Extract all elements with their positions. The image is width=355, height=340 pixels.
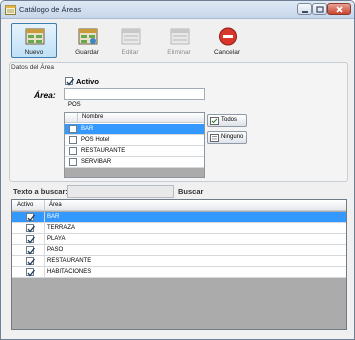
pos-grid[interactable]: Nombre BAR POS Hotel RESTAURANTE SERVIBA… bbox=[64, 112, 205, 178]
row-activo-checkbox[interactable] bbox=[26, 213, 36, 222]
checkmark-icon bbox=[27, 236, 36, 244]
row-area-name: HABITACIONES bbox=[47, 269, 92, 275]
group-title: Datos del Área bbox=[11, 64, 54, 71]
select-none-label: Ninguno bbox=[221, 134, 244, 140]
minimize-icon bbox=[302, 11, 308, 13]
row-area-name: TERRAZA bbox=[47, 225, 76, 231]
cancel-button[interactable]: Cancelar bbox=[204, 23, 250, 58]
title-bar[interactable]: Catálogo de Áreas bbox=[1, 1, 354, 19]
cancel-icon bbox=[219, 27, 237, 46]
edit-icon bbox=[121, 28, 141, 45]
pos-row-name: RESTAURANTE bbox=[81, 148, 126, 154]
table-row[interactable]: BAR bbox=[12, 212, 346, 223]
row-area-name: BAR bbox=[47, 214, 60, 220]
table-row[interactable]: PLAYA bbox=[12, 234, 346, 245]
save-icon bbox=[78, 28, 98, 45]
column-header-activo[interactable]: Activo bbox=[17, 202, 33, 208]
select-all-label: Todos bbox=[221, 117, 238, 123]
table-row[interactable]: RESTAURANTE bbox=[12, 256, 346, 267]
checkmark-icon bbox=[27, 247, 36, 255]
pos-grid-empty-area bbox=[65, 168, 204, 177]
save-button-label: Guardar bbox=[75, 49, 99, 56]
row-area-name: PASO bbox=[47, 247, 64, 253]
catalog-window: Catálogo de Áreas Nuevo Guardar Editar E… bbox=[0, 0, 355, 340]
new-record-icon bbox=[25, 28, 45, 45]
uncheck-all-icon bbox=[210, 134, 219, 142]
maximize-button[interactable] bbox=[312, 3, 327, 15]
cancel-button-label: Cancelar bbox=[213, 49, 240, 56]
edit-button-label: Editar bbox=[121, 49, 139, 56]
delete-button[interactable]: Eliminar bbox=[156, 23, 202, 58]
pos-row-name: POS Hotel bbox=[81, 137, 110, 143]
pos-grid-header: Nombre bbox=[65, 113, 204, 123]
areas-grid-header: Activo Área bbox=[12, 200, 346, 211]
edit-button[interactable]: Editar bbox=[107, 23, 153, 58]
search-input[interactable] bbox=[67, 185, 174, 198]
search-label: Texto a buscar: bbox=[13, 187, 68, 196]
new-button[interactable]: Nuevo bbox=[11, 23, 57, 58]
pos-label: POS bbox=[68, 102, 81, 108]
table-row[interactable]: TERRAZA bbox=[12, 223, 346, 234]
pos-row[interactable]: BAR bbox=[65, 124, 204, 135]
pos-row-checkbox[interactable] bbox=[69, 147, 77, 155]
area-input[interactable] bbox=[64, 88, 205, 100]
close-icon bbox=[336, 6, 343, 13]
pos-row-name: SERVIBAR bbox=[81, 159, 112, 165]
toolbar: Nuevo Guardar Editar Eliminar Cancelar bbox=[1, 20, 354, 62]
delete-icon bbox=[170, 28, 190, 45]
row-activo-checkbox[interactable] bbox=[26, 246, 36, 255]
pos-row-checkbox[interactable] bbox=[69, 136, 77, 144]
minimize-button[interactable] bbox=[297, 3, 312, 15]
pos-row-checkbox[interactable] bbox=[69, 125, 77, 133]
pos-row[interactable]: SERVIBAR bbox=[65, 157, 204, 168]
column-header-area[interactable]: Área bbox=[49, 202, 62, 208]
close-button[interactable] bbox=[327, 3, 351, 15]
app-icon bbox=[5, 5, 16, 15]
pos-column-header[interactable]: Nombre bbox=[82, 114, 103, 120]
areas-grid[interactable]: Activo Área BAR TERRAZA PLAYA PASO RESTA… bbox=[11, 199, 347, 330]
checkmark-icon bbox=[27, 214, 36, 222]
row-activo-checkbox[interactable] bbox=[26, 235, 36, 244]
check-all-icon bbox=[210, 117, 219, 125]
save-button[interactable]: Guardar bbox=[64, 23, 110, 58]
checkmark-icon bbox=[27, 225, 36, 233]
delete-button-label: Eliminar bbox=[167, 49, 191, 56]
select-all-button[interactable]: Todos bbox=[207, 114, 247, 127]
row-area-name: PLAYA bbox=[47, 236, 66, 242]
table-row[interactable]: HABITACIONES bbox=[12, 267, 346, 278]
row-activo-checkbox[interactable] bbox=[26, 268, 36, 277]
pos-row-checkbox[interactable] bbox=[69, 158, 77, 166]
row-activo-checkbox[interactable] bbox=[26, 257, 36, 266]
checkmark-icon bbox=[27, 258, 36, 266]
pos-row[interactable]: POS Hotel bbox=[65, 135, 204, 146]
activo-checkbox[interactable] bbox=[65, 77, 75, 86]
table-row[interactable]: PASO bbox=[12, 245, 346, 256]
pos-row[interactable]: RESTAURANTE bbox=[65, 146, 204, 157]
select-none-button[interactable]: Ninguno bbox=[207, 131, 247, 144]
window-title: Catálogo de Áreas bbox=[19, 5, 82, 14]
maximize-icon bbox=[316, 6, 324, 13]
area-label: Área: bbox=[34, 90, 56, 100]
row-area-name: RESTAURANTE bbox=[47, 258, 92, 264]
checkmark-icon bbox=[27, 269, 36, 277]
pos-row-name: BAR bbox=[81, 126, 94, 132]
search-button[interactable]: Buscar bbox=[178, 187, 203, 196]
activo-label: Activo bbox=[76, 77, 99, 86]
new-button-label: Nuevo bbox=[24, 49, 44, 56]
row-activo-checkbox[interactable] bbox=[26, 224, 36, 233]
checkmark-icon bbox=[66, 78, 75, 86]
